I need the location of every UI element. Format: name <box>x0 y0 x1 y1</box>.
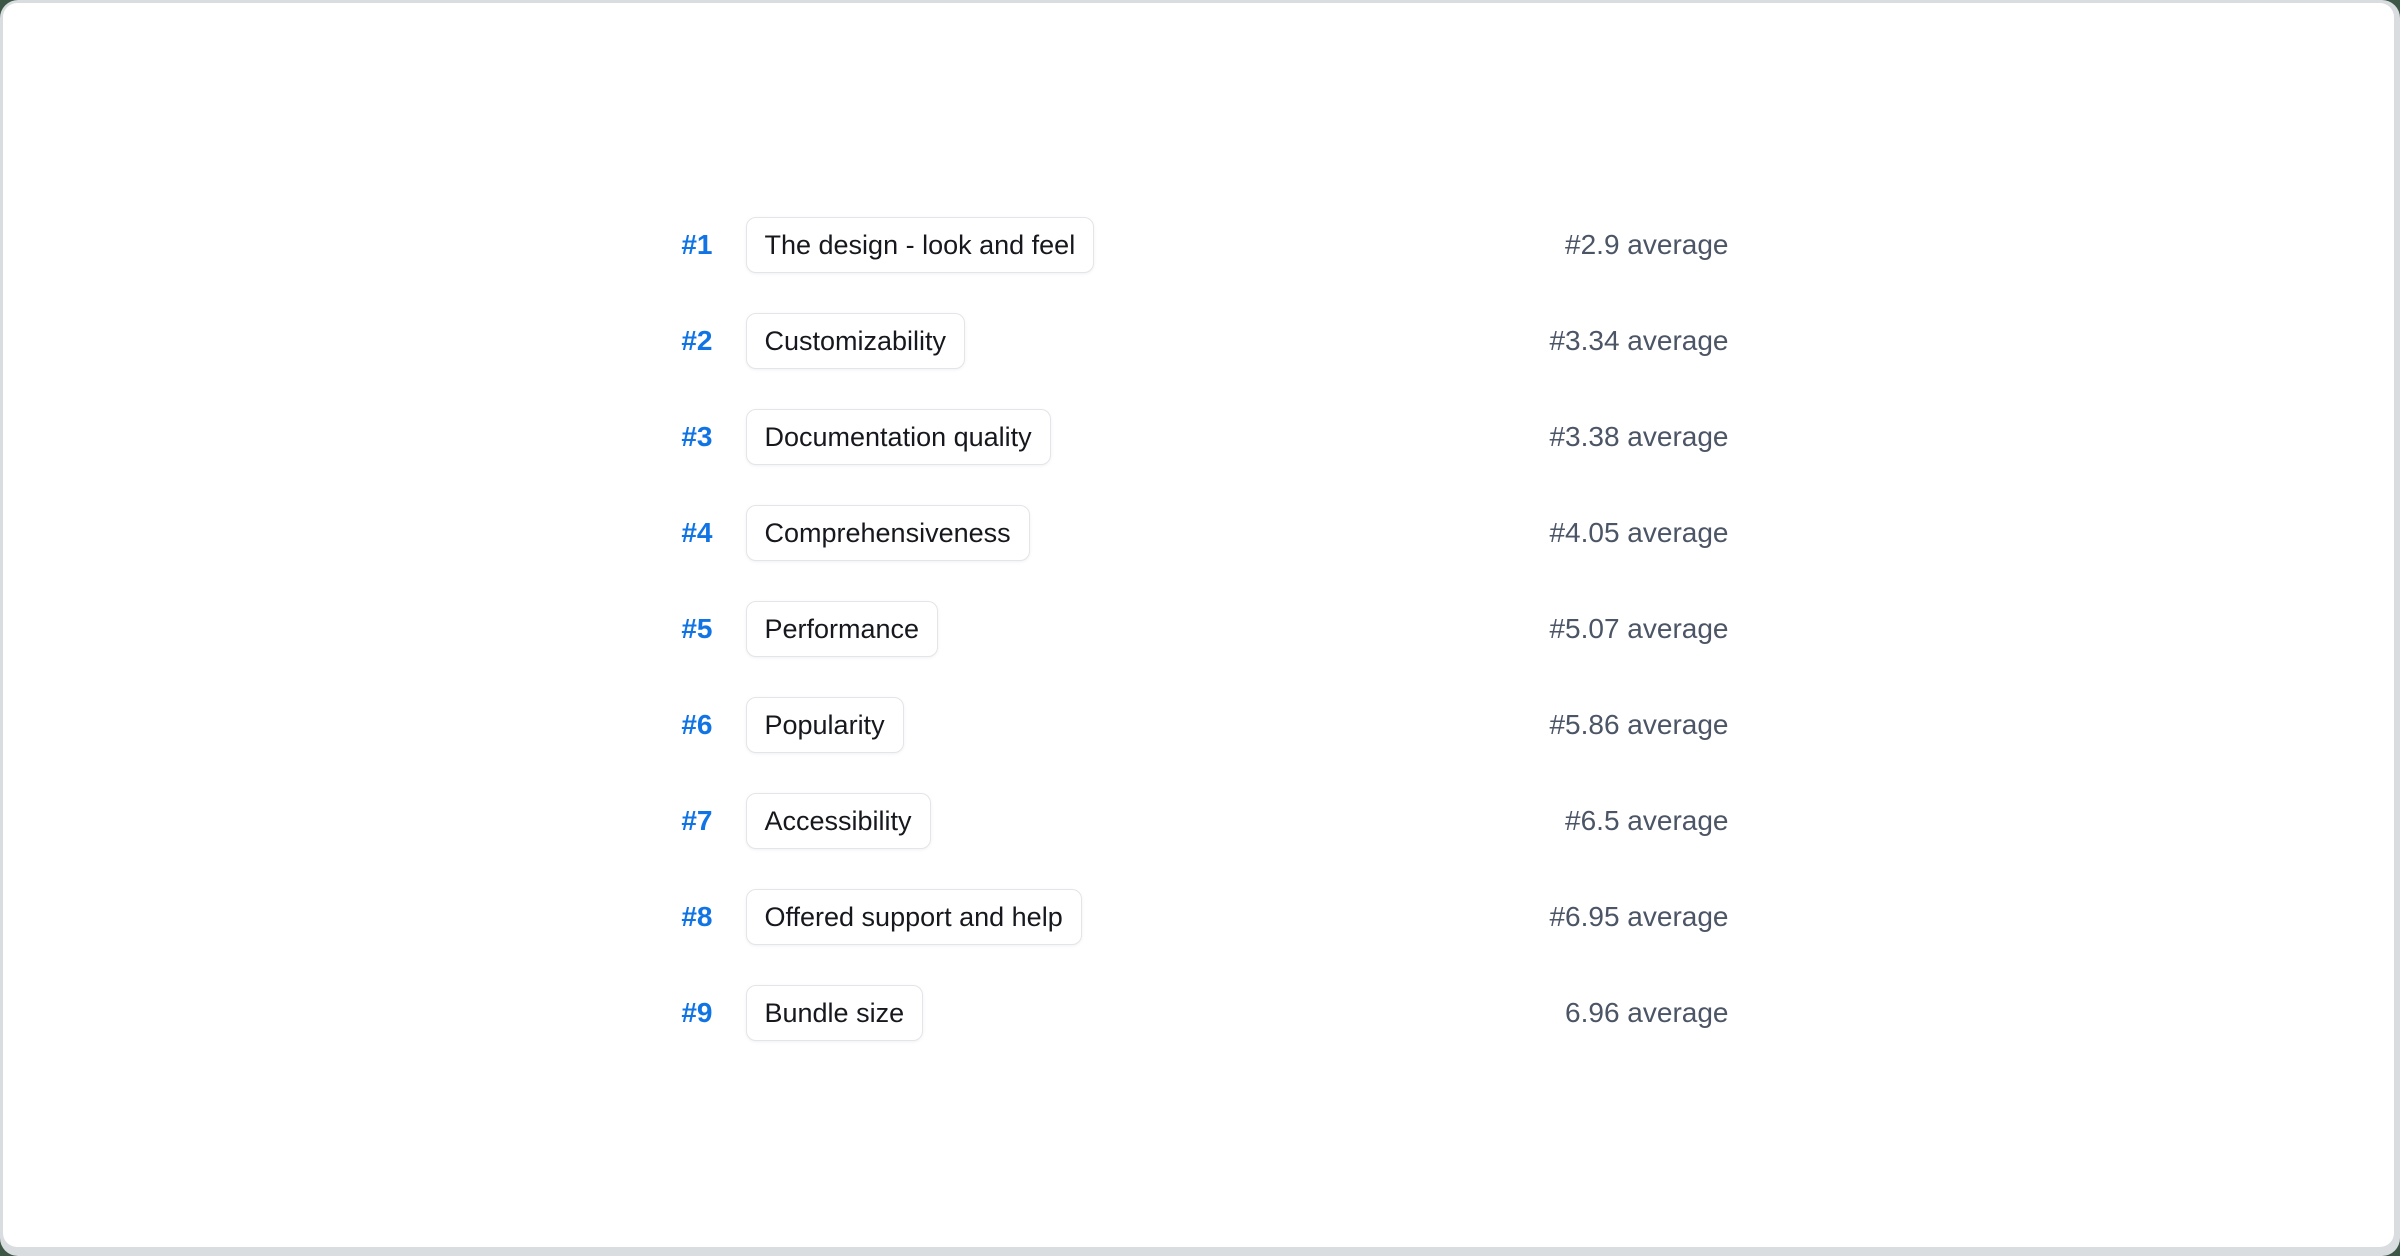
rank-number: #6 <box>669 709 713 741</box>
average-score: #2.9 average <box>1565 229 1728 261</box>
average-score: #4.05 average <box>1549 517 1728 549</box>
option-card[interactable]: Documentation quality <box>746 409 1051 465</box>
average-score: #3.34 average <box>1549 325 1728 357</box>
option-card[interactable]: Comprehensiveness <box>746 505 1030 561</box>
ranking-row: #8 Offered support and help #6.95 averag… <box>669 869 1729 965</box>
option-card[interactable]: Popularity <box>746 697 904 753</box>
average-score: #5.86 average <box>1549 709 1728 741</box>
rank-number: #4 <box>669 517 713 549</box>
average-score: #3.38 average <box>1549 421 1728 453</box>
option-card[interactable]: Offered support and help <box>746 889 1082 945</box>
ranking-row: #2 Customizability #3.34 average <box>669 293 1729 389</box>
rank-number: #3 <box>669 421 713 453</box>
window-frame: #1 The design - look and feel #2.9 avera… <box>0 0 2400 1256</box>
average-score: #5.07 average <box>1549 613 1728 645</box>
option-card[interactable]: The design - look and feel <box>746 217 1095 273</box>
option-card[interactable]: Accessibility <box>746 793 931 849</box>
average-score: 6.96 average <box>1565 997 1728 1029</box>
results-card: #1 The design - look and feel #2.9 avera… <box>3 3 2394 1247</box>
option-card[interactable]: Performance <box>746 601 939 657</box>
rank-number: #7 <box>669 805 713 837</box>
ranking-row: #5 Performance #5.07 average <box>669 581 1729 677</box>
ranking-row: #9 Bundle size 6.96 average <box>669 965 1729 1061</box>
ranking-row: #7 Accessibility #6.5 average <box>669 773 1729 869</box>
ranking-row: #3 Documentation quality #3.38 average <box>669 389 1729 485</box>
ranking-row: #6 Popularity #5.86 average <box>669 677 1729 773</box>
average-score: #6.5 average <box>1565 805 1728 837</box>
rank-number: #8 <box>669 901 713 933</box>
ranking-row: #4 Comprehensiveness #4.05 average <box>669 485 1729 581</box>
rank-number: #5 <box>669 613 713 645</box>
rank-number: #9 <box>669 997 713 1029</box>
option-card[interactable]: Bundle size <box>746 985 924 1041</box>
rank-number: #2 <box>669 325 713 357</box>
rank-number: #1 <box>669 229 713 261</box>
ranking-list: #1 The design - look and feel #2.9 avera… <box>669 197 1729 1061</box>
ranking-row: #1 The design - look and feel #2.9 avera… <box>669 197 1729 293</box>
option-card[interactable]: Customizability <box>746 313 966 369</box>
average-score: #6.95 average <box>1549 901 1728 933</box>
